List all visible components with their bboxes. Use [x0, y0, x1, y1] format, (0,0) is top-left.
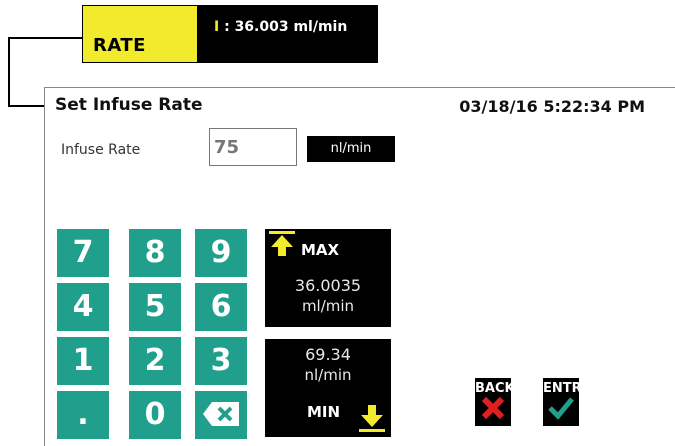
- back-button[interactable]: BACK: [475, 378, 515, 426]
- key-4[interactable]: 4: [57, 283, 109, 331]
- key-0[interactable]: 0: [129, 391, 181, 439]
- key-2[interactable]: 2: [129, 337, 181, 385]
- back-label: BACK: [475, 381, 515, 396]
- arrow-up-icon: [269, 231, 295, 256]
- set-rate-panel: Set Infuse Rate 03/18/16 5:22:34 PM Infu…: [44, 87, 675, 446]
- min-label: MIN: [307, 403, 341, 421]
- key-1[interactable]: 1: [57, 337, 109, 385]
- enter-button[interactable]: ENTR: [543, 378, 582, 426]
- checkmark-icon: [548, 397, 574, 420]
- page-title: Set Infuse Rate: [55, 95, 203, 115]
- min-limit-button[interactable]: 69.34 nl/min MIN: [265, 339, 391, 437]
- unit-select-button[interactable]: nl/min: [307, 136, 395, 162]
- close-icon: [481, 396, 505, 420]
- key-decimal[interactable]: .: [57, 391, 109, 439]
- max-value: 36.0035: [294, 276, 362, 295]
- min-unit: nl/min: [304, 366, 352, 384]
- max-label: MAX: [301, 241, 340, 259]
- key-8[interactable]: 8: [129, 229, 181, 277]
- backspace-icon: [203, 402, 239, 426]
- key-7[interactable]: 7: [57, 229, 109, 277]
- key-3[interactable]: 3: [195, 337, 247, 385]
- enter-label: ENTR: [543, 381, 582, 396]
- max-limit-button[interactable]: MAX 36.0035 ml/min: [265, 229, 391, 327]
- max-unit: ml/min: [301, 297, 355, 315]
- key-6[interactable]: 6: [195, 283, 247, 331]
- arrow-down-icon: [359, 405, 385, 432]
- datetime-display: 03/18/16 5:22:34 PM: [459, 97, 645, 116]
- backspace-key[interactable]: [195, 391, 247, 439]
- min-value: 69.34: [305, 345, 351, 364]
- key-5[interactable]: 5: [129, 283, 181, 331]
- key-9[interactable]: 9: [195, 229, 247, 277]
- infuse-rate-input[interactable]: [209, 128, 297, 166]
- infuse-rate-label: Infuse Rate: [61, 142, 141, 158]
